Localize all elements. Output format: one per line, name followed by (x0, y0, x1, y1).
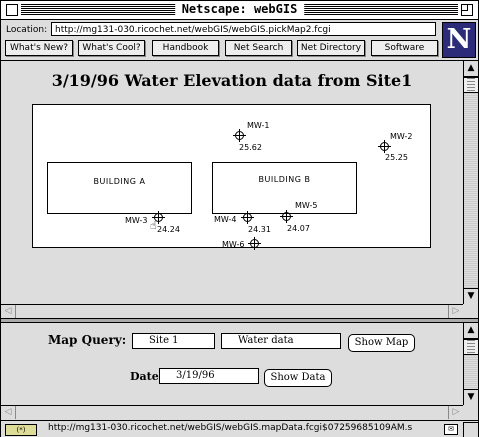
window-title: Netscape: webGIS (174, 2, 305, 17)
data-type-field[interactable]: Water data (221, 333, 341, 349)
scroll-left-arrow-icon[interactable]: ◁ (1, 406, 16, 419)
well-mw2-icon[interactable] (378, 140, 391, 153)
close-box-icon[interactable] (6, 4, 18, 16)
building-b-label: BUILDING B (258, 175, 311, 184)
show-data-button[interactable]: Show Data (264, 369, 332, 387)
location-field[interactable]: http://mg131-030.ricochet.net/webGIS/web… (51, 22, 436, 36)
query-frame-vertical-scrollbar[interactable]: ▲ ▼ (463, 323, 478, 405)
toolbar: Location: http://mg131-030.ricochet.net/… (1, 20, 478, 61)
security-key-icon[interactable]: (*) (5, 424, 37, 436)
mail-icon[interactable]: ✉ (444, 424, 458, 435)
building-a-label: BUILDING A (93, 177, 146, 186)
net-search-button[interactable]: Net Search (225, 40, 292, 56)
well-mw3-name: MW-3 (125, 216, 148, 225)
whats-cool-button[interactable]: What's Cool? (78, 40, 145, 56)
map-frame: 3/19/96 Water Elevation data from Site1 … (1, 61, 463, 304)
well-mw1-value: 25.62 (239, 143, 262, 152)
handbook-button[interactable]: Handbook (152, 40, 219, 56)
date-label: Date: (130, 370, 163, 383)
whats-new-button[interactable]: What's New? (5, 40, 73, 56)
well-mw1-name: MW-1 (247, 121, 270, 130)
software-button[interactable]: Software (371, 40, 438, 56)
hand-pointer-icon: ☝ (150, 219, 157, 232)
well-mw6-icon[interactable] (248, 237, 261, 250)
title-bar[interactable]: Netscape: webGIS (1, 1, 478, 20)
date-field[interactable]: 3/19/96 (159, 368, 259, 384)
net-directory-button[interactable]: Net Directory (297, 40, 365, 56)
scroll-right-arrow-icon[interactable]: ▷ (448, 305, 463, 318)
building-b[interactable]: BUILDING B (212, 162, 357, 214)
status-url: http://mg131-030.ricochet.net/webGIS/web… (48, 423, 413, 433)
scroll-thumb[interactable] (464, 77, 478, 93)
browser-window: Netscape: webGIS Location: http://mg131-… (0, 0, 479, 437)
well-mw2-value: 25.25 (385, 153, 408, 162)
site-map[interactable]: BUILDING A BUILDING B MW-1 25.62 MW-2 25… (32, 104, 431, 250)
scroll-right-arrow-icon[interactable]: ▷ (448, 406, 463, 419)
scroll-thumb[interactable] (464, 339, 478, 355)
query-frame-horizontal-scrollbar[interactable]: ◁ ▷ (1, 405, 463, 419)
scroll-down-arrow-icon[interactable]: ▼ (464, 389, 478, 405)
building-a[interactable]: BUILDING A (47, 162, 192, 214)
well-mw1-icon[interactable] (233, 129, 246, 142)
query-frame: Map Query: Site 1 Water data Show Map Da… (1, 323, 463, 403)
well-mw5-icon[interactable] (280, 210, 293, 223)
well-mw3-value: 24.24 (157, 225, 180, 234)
location-label: Location: (6, 25, 48, 35)
site-field[interactable]: Site 1 (132, 333, 215, 349)
map-frame-horizontal-scrollbar[interactable]: ◁ ▷ (1, 304, 463, 318)
well-mw4-value: 24.31 (248, 225, 271, 234)
well-mw5-value: 24.07 (287, 224, 310, 233)
scroll-down-arrow-icon[interactable]: ▼ (464, 288, 478, 304)
scroll-left-arrow-icon[interactable]: ◁ (1, 305, 16, 318)
page-title: 3/19/96 Water Elevation data from Site1 (51, 71, 413, 90)
zoom-box-icon[interactable] (461, 4, 473, 16)
status-bar: (*) http://mg131-030.ricochet.net/webGIS… (1, 420, 478, 437)
well-mw2-name: MW-2 (390, 132, 413, 141)
scroll-up-arrow-icon[interactable]: ▲ (464, 323, 478, 339)
well-mw4-name: MW-4 (214, 215, 237, 224)
well-mw5-name: MW-5 (295, 201, 318, 210)
well-mw6-name: MW-6 (222, 240, 245, 249)
map-query-label: Map Query: (48, 333, 127, 347)
show-map-button[interactable]: Show Map (348, 334, 415, 352)
map-frame-vertical-scrollbar[interactable]: ▲ ▼ (463, 61, 478, 304)
well-mw4-icon[interactable] (241, 211, 254, 224)
netscape-logo[interactable]: N (442, 22, 476, 58)
netscape-logo-letter: N (446, 24, 472, 55)
scroll-up-arrow-icon[interactable]: ▲ (464, 61, 478, 77)
resize-grow-icon[interactable] (463, 422, 478, 437)
